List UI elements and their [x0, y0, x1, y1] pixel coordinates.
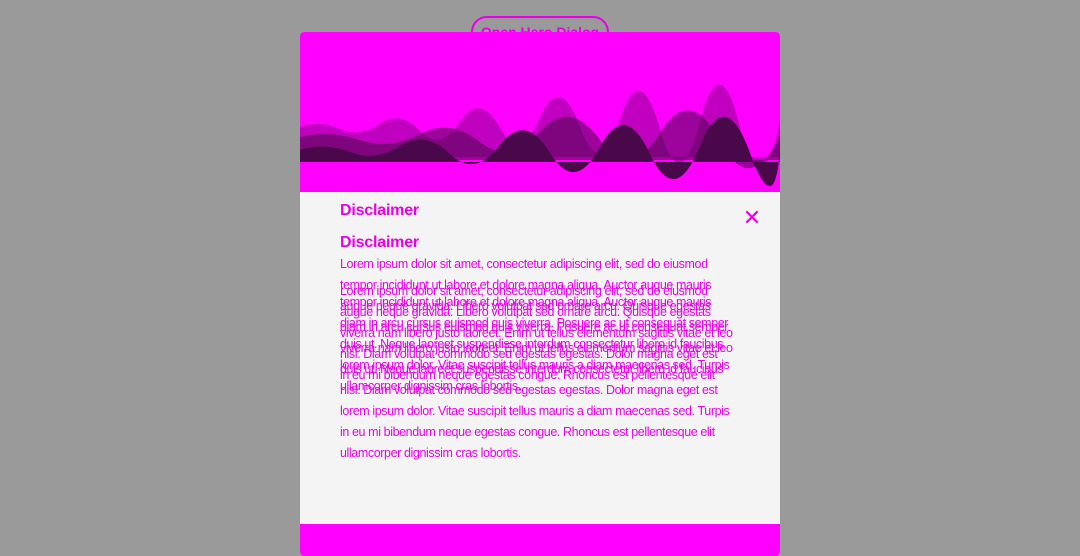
dialog-title: Disclaimer: [340, 202, 419, 219]
dialog-footer: [300, 524, 780, 556]
hero-dialog: Disclaimer ✕ Disclaimer Lorem ipsum dolo…: [300, 32, 780, 556]
content-heading: Disclaimer: [340, 234, 419, 251]
hero-image: [300, 32, 780, 192]
dialog-body-text-overlap: Lorem ipsum dolor sit amet, consectetur …: [340, 284, 733, 393]
close-icon[interactable]: ✕: [742, 207, 762, 229]
